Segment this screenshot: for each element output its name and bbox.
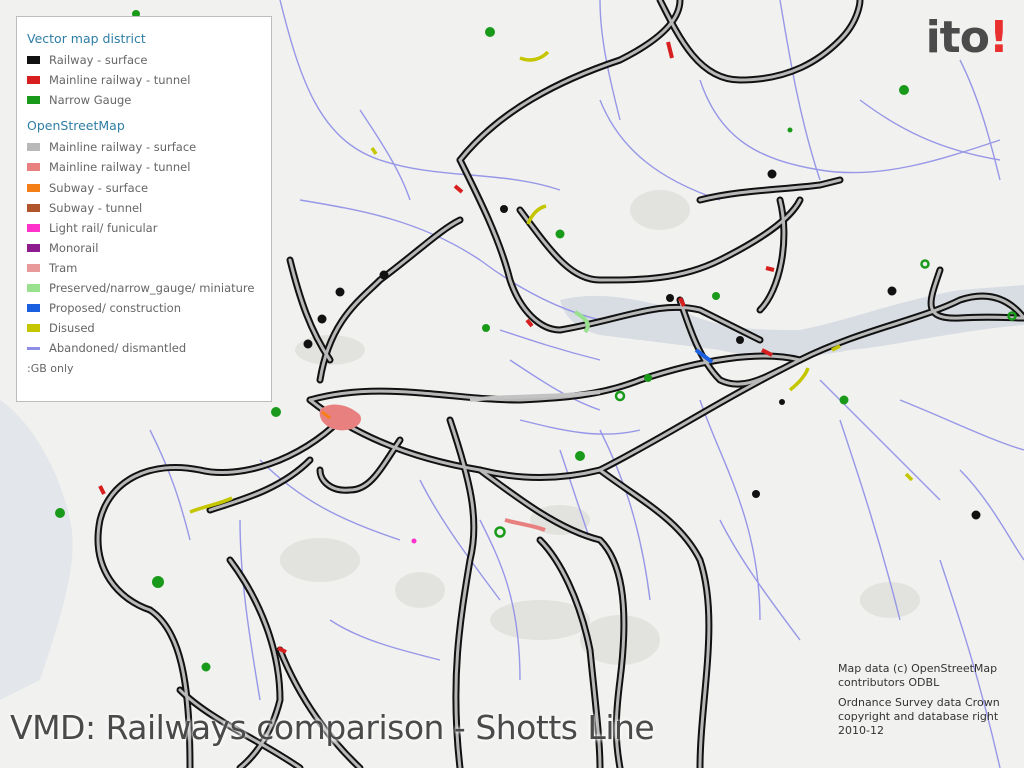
legend-item: Proposed/ construction xyxy=(27,298,261,318)
legend-swatch xyxy=(27,243,40,252)
ito-logo: ito! xyxy=(925,12,1009,63)
logo-mark: ! xyxy=(988,12,1009,63)
legend-swatch xyxy=(27,263,40,272)
legend-label: Tram xyxy=(49,260,78,275)
legend-label: Proposed/ construction xyxy=(49,301,181,316)
legend-section-title-osm: OpenStreetMap xyxy=(27,118,125,134)
legend-swatch xyxy=(27,163,40,172)
logo-text: ito xyxy=(925,12,990,63)
legend-item: Disused xyxy=(27,318,261,338)
legend-swatch xyxy=(27,96,40,105)
legend-item: Monorail xyxy=(27,238,261,258)
map-caption: VMD: Railways comparison - Shotts Line xyxy=(10,708,655,747)
legend-swatch xyxy=(27,223,40,232)
attribution-osm: Map data (c) OpenStreetMap contributors … xyxy=(838,662,998,689)
legend-swatch xyxy=(27,324,40,333)
map-legend: Vector map district Railway - surface Mai… xyxy=(16,16,272,402)
legend-label: Subway - surface xyxy=(49,180,149,195)
legend-item: Subway - tunnel xyxy=(27,198,261,218)
legend-swatch xyxy=(27,203,40,212)
legend-label: Railway - surface xyxy=(49,53,148,68)
legend-item: Preserved/narrow_gauge/ miniature xyxy=(27,278,261,298)
legend-label: Mainline railway - surface xyxy=(49,140,197,155)
legend-label: Subway - tunnel xyxy=(49,200,143,215)
legend-item: Subway - surface xyxy=(27,177,261,197)
legend-item: Mainline railway - tunnel xyxy=(27,157,261,177)
legend-item: Tram xyxy=(27,258,261,278)
legend-label: Narrow Gauge xyxy=(49,93,132,108)
legend-item: Abandoned/ dismantled xyxy=(27,338,261,358)
legend-label: Mainline railway - tunnel xyxy=(49,73,191,88)
legend-swatch xyxy=(27,183,40,192)
legend-swatch xyxy=(27,143,40,152)
legend-swatch xyxy=(27,56,40,65)
legend-swatch xyxy=(27,346,40,350)
legend-swatch xyxy=(27,283,40,292)
legend-item: Mainline railway - tunnel xyxy=(27,70,261,90)
legend-label: Disused xyxy=(49,321,95,336)
legend-swatch xyxy=(27,76,40,85)
legend-label: Monorail xyxy=(49,240,99,255)
legend-label: Light rail/ funicular xyxy=(49,220,158,235)
light-rail-point xyxy=(411,538,417,544)
attribution-os: Ordnance Survey data Crown copyright and… xyxy=(838,696,1000,737)
legend-note: :GB only xyxy=(27,362,74,376)
legend-label: Preserved/narrow_gauge/ miniature xyxy=(49,280,255,295)
legend-item: Narrow Gauge xyxy=(27,90,261,110)
legend-item: Railway - surface xyxy=(27,50,261,70)
legend-item: Mainline railway - surface xyxy=(27,137,261,157)
legend-label: Mainline railway - tunnel xyxy=(49,160,191,175)
legend-item: Light rail/ funicular xyxy=(27,218,261,238)
legend-section-title-vector: Vector map district xyxy=(27,31,146,46)
map-attribution: Map data (c) OpenStreetMap contributors … xyxy=(838,662,1018,744)
legend-swatch xyxy=(27,304,40,313)
legend-label: Abandoned/ dismantled xyxy=(49,341,187,356)
